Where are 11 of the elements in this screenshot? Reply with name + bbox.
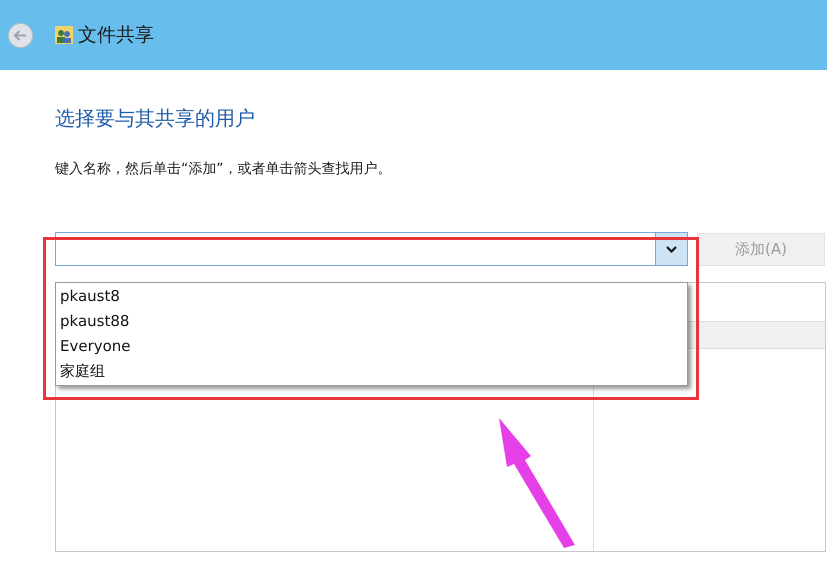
dropdown-option[interactable]: pkaust88 (56, 309, 687, 334)
window-title: 文件共享 (78, 22, 154, 48)
dropdown-button[interactable] (655, 233, 687, 265)
name-combo-box[interactable] (55, 232, 688, 266)
dropdown-option[interactable]: pkaust8 (56, 284, 687, 309)
users-icon (54, 25, 74, 45)
dropdown-option[interactable]: 家庭组 (56, 359, 687, 384)
dropdown-option[interactable]: Everyone (56, 334, 687, 359)
chevron-down-icon (666, 246, 677, 252)
instruction-text: 键入名称，然后单击“添加”，或者单击箭头查找用户。 (55, 160, 393, 179)
page-heading: 选择要与其共享的用户 (55, 105, 256, 132)
